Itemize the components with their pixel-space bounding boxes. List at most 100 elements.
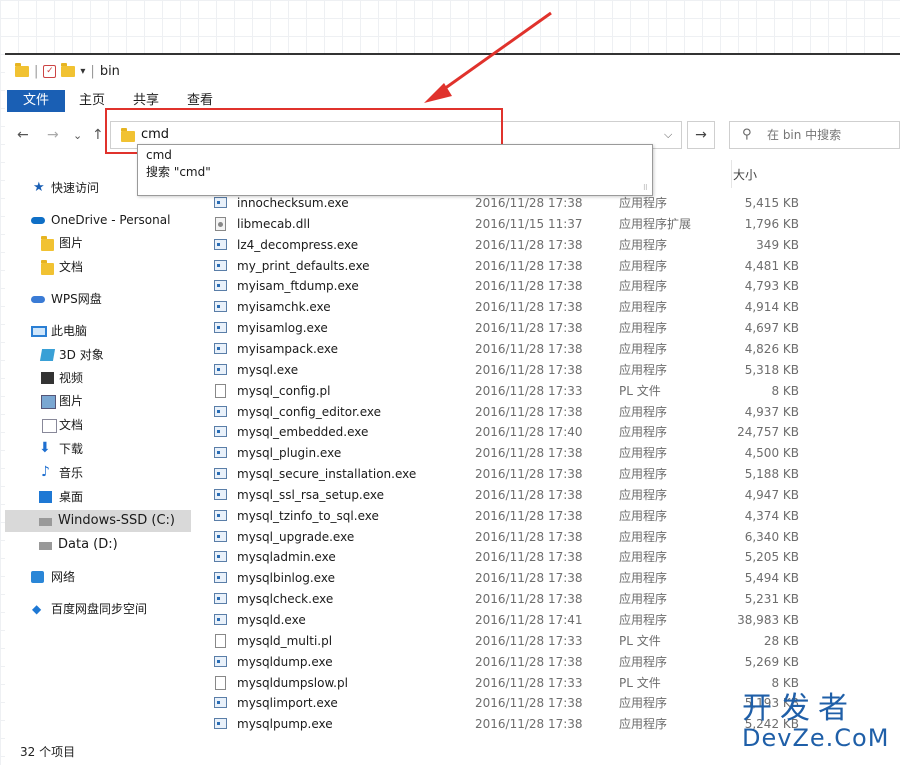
recent-locations-button[interactable]: ⌄ (73, 129, 82, 142)
file-row[interactable]: mysqlbinlog.exe 2016/11/28 17:38 应用程序 5,494… (5, 568, 900, 589)
properties-icon[interactable]: ✓ (43, 65, 57, 78)
file-type: 应用程序 (619, 696, 668, 711)
go-button[interactable]: → (687, 121, 715, 149)
file-date-modified: 2016/11/28 17:38 (475, 404, 583, 419)
file-date-modified: 2016/11/28 17:38 (475, 196, 583, 210)
application-icon (214, 530, 227, 542)
file-row[interactable]: mysqldump.exe 2016/11/28 17:38 应用程序 5,269 K… (5, 652, 900, 673)
back-button[interactable]: ← (17, 127, 29, 143)
file-name: mysql_upgrade.exe (237, 529, 355, 544)
chevron-down-icon[interactable]: ⌵ (664, 128, 672, 142)
file-size: 1,796 KB (744, 216, 799, 231)
file-date-modified: 2016/11/28 17:38 (475, 446, 583, 461)
application-icon (214, 363, 227, 375)
file-type: 应用程序 (619, 279, 668, 294)
file-size: 5,205 KB (744, 550, 799, 565)
column-header-size[interactable]: 大小 (733, 166, 757, 183)
file-type: 应用程序 (619, 425, 668, 440)
file-row[interactable]: mysql_ssl_rsa_setup.exe 2016/11/28 17:38 应… (5, 485, 900, 506)
file-row[interactable]: myisampack.exe 2016/11/28 17:38 应用程序 4,826 … (5, 339, 900, 360)
file-name: myisamlog.exe (237, 321, 328, 336)
file-size: 5,231 KB (744, 592, 799, 607)
separator: | (34, 64, 39, 79)
application-icon (214, 509, 227, 521)
file-name: mysql_config.pl (237, 383, 331, 398)
file-row[interactable]: mysql.exe 2016/11/28 17:38 应用程序 5,318 KB (5, 360, 900, 381)
application-icon (214, 426, 227, 438)
file-size: 4,374 KB (744, 508, 799, 523)
file-row[interactable]: mysql_embedded.exe 2016/11/28 17:40 应用程序 24… (5, 422, 900, 443)
file-size: 349 KB (756, 237, 799, 252)
file-row[interactable]: mysqlcheck.exe 2016/11/28 17:38 应用程序 5,231 … (5, 589, 900, 610)
application-icon (214, 697, 227, 709)
file-name: mysqldump.exe (237, 654, 333, 669)
dll-file-icon (215, 216, 226, 231)
file-date-modified: 2016/11/28 17:33 (475, 633, 583, 648)
title-bar: | ✓ ▾ | bin (5, 55, 900, 89)
tab-file[interactable]: 文件 (7, 90, 66, 112)
file-name: mysql_plugin.exe (237, 446, 342, 461)
file-row[interactable]: libmecab.dll 2016/11/15 11:37 应用程序扩展 1,796 … (5, 214, 900, 235)
file-name: mysqlbinlog.exe (237, 571, 335, 586)
file-date-modified: 2016/11/28 17:38 (475, 279, 583, 294)
file-size: 4,697 KB (744, 321, 799, 336)
file-date-modified: 2016/11/28 17:38 (475, 592, 583, 607)
file-name: myisampack.exe (237, 341, 339, 356)
up-button[interactable]: ↑ (92, 127, 104, 143)
file-size: 4,826 KB (744, 341, 799, 356)
file-size: 8 KB (771, 383, 799, 398)
file-row[interactable]: mysql_config_editor.exe 2016/11/28 17:38 应… (5, 402, 900, 423)
file-name: libmecab.dll (237, 216, 311, 231)
folder-icon (15, 63, 29, 77)
file-type: 应用程序 (619, 321, 668, 336)
file-row[interactable]: mysql_upgrade.exe 2016/11/28 17:38 应用程序 6,3… (5, 527, 900, 548)
file-row[interactable]: mysqld.exe 2016/11/28 17:41 应用程序 38,983 KB (5, 610, 900, 631)
application-icon (214, 322, 227, 334)
file-date-modified: 2016/11/28 17:41 (475, 613, 583, 627)
file-size: 28 KB (763, 633, 799, 648)
file-name: innochecksum.exe (237, 196, 349, 210)
file-type: 应用程序 (619, 341, 668, 356)
file-size: 4,793 KB (744, 279, 799, 294)
file-row[interactable]: innochecksum.exe 2016/11/28 17:38 应用程序 5,41… (5, 193, 900, 214)
file-row[interactable]: mysql_config.pl 2016/11/28 17:33 PL 文件 8 KB (5, 381, 900, 402)
file-explorer-window: | ✓ ▾ | bin 文件 主页 共享 查看 ← → ⌄ ↑ ⌵ → ⚲ cm… (5, 53, 900, 765)
customize-toolbar-icon[interactable]: ▾ (80, 66, 85, 77)
resize-grip-icon[interactable]: ⠿ (643, 184, 648, 192)
file-type: 应用程序 (619, 300, 668, 315)
file-row[interactable]: mysqladmin.exe 2016/11/28 17:38 应用程序 5,205 … (5, 547, 900, 568)
application-icon (214, 197, 227, 208)
file-row[interactable]: lz4_decompress.exe 2016/11/28 17:38 应用程序 34… (5, 235, 900, 256)
forward-button[interactable]: → (47, 127, 59, 143)
application-icon (214, 468, 227, 480)
file-row[interactable]: mysqld_multi.pl 2016/11/28 17:33 PL 文件 28 K… (5, 631, 900, 652)
file-row[interactable]: mysql_secure_installation.exe 2016/11/28 … (5, 464, 900, 485)
new-folder-icon[interactable] (61, 63, 76, 77)
file-row[interactable]: myisamchk.exe 2016/11/28 17:38 应用程序 4,914 K… (5, 297, 900, 318)
file-date-modified: 2016/11/28 17:38 (475, 237, 583, 252)
file-type: 应用程序 (619, 550, 668, 565)
file-name: myisam_ftdump.exe (237, 279, 359, 294)
application-icon (214, 718, 227, 730)
file-row[interactable]: mysql_plugin.exe 2016/11/28 17:38 应用程序 4,50… (5, 443, 900, 464)
autocomplete-item[interactable]: cmd (138, 147, 652, 164)
file-name: mysqlcheck.exe (237, 592, 334, 607)
file-row[interactable]: mysql_tzinfo_to_sql.exe 2016/11/28 17:38 应… (5, 506, 900, 527)
file-size: 5,188 KB (744, 467, 799, 482)
file-name: mysqld_multi.pl (237, 633, 333, 648)
file-type: PL 文件 (619, 675, 661, 690)
file-row[interactable]: myisam_ftdump.exe 2016/11/28 17:38 应用程序 4,7… (5, 276, 900, 297)
search-box[interactable]: ⚲ (729, 121, 900, 149)
autocomplete-item[interactable]: 搜索 "cmd" (138, 164, 652, 181)
file-date-modified: 2016/11/28 17:38 (475, 362, 583, 377)
search-input[interactable] (767, 128, 887, 142)
file-type: 应用程序扩展 (619, 216, 692, 231)
file-type: 应用程序 (619, 196, 668, 210)
file-size: 5,494 KB (744, 571, 799, 586)
file-size: 6,340 KB (744, 529, 799, 544)
application-icon (214, 280, 227, 292)
file-row[interactable]: my_print_defaults.exe 2016/11/28 17:38 应用程… (5, 256, 900, 277)
file-type: 应用程序 (619, 571, 668, 586)
star-icon: ★ (33, 180, 45, 195)
file-row[interactable]: myisamlog.exe 2016/11/28 17:38 应用程序 4,697 K… (5, 318, 900, 339)
